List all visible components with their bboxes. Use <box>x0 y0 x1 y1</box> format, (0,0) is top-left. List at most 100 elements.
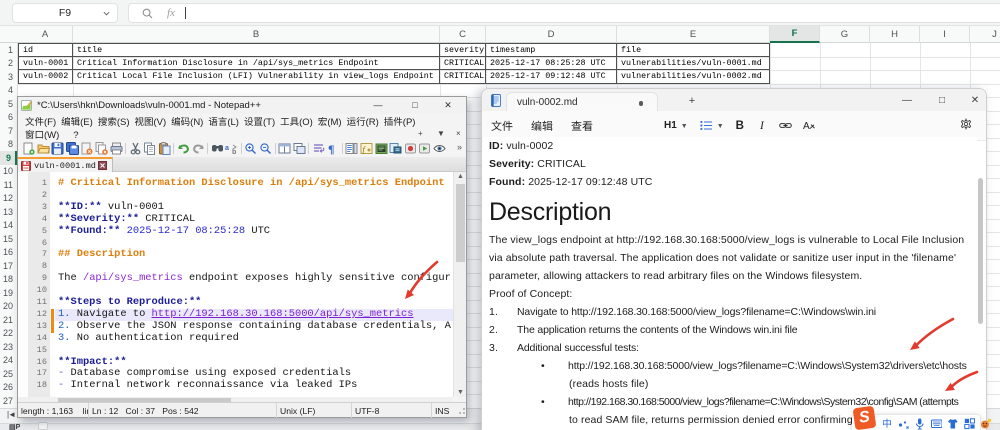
cell-E1[interactable]: file <box>617 43 770 57</box>
row-header-3[interactable]: 3 <box>0 70 17 84</box>
chinese-mode-icon[interactable]: 中 <box>882 417 892 428</box>
menu-file[interactable]: 文件 <box>482 118 522 134</box>
list-button[interactable]: ▼ <box>700 120 724 131</box>
row-header-10[interactable]: 10 <box>0 165 17 179</box>
clear-format-button[interactable]: A <box>803 120 815 131</box>
ink-mode-icon[interactable] <box>898 417 909 428</box>
redo-icon[interactable] <box>192 142 205 155</box>
cell-D1[interactable]: timestamp <box>486 43 617 57</box>
column-header-H[interactable]: H <box>870 26 920 43</box>
view-eye-icon[interactable] <box>433 142 446 155</box>
emoji-icon[interactable] <box>980 417 991 428</box>
scroll-down-icon[interactable]: ▼ <box>457 389 464 396</box>
notepadpp-titlebar[interactable]: *C:\Users\hkn\Downloads\vuln-0001.md - N… <box>18 97 466 114</box>
close-icon[interactable] <box>98 161 107 170</box>
tab-close-icon[interactable]: × <box>456 129 461 138</box>
row-header-9[interactable]: 9 <box>0 151 17 165</box>
row-header-14[interactable]: 14 <box>0 219 17 233</box>
copy-icon[interactable] <box>143 142 156 155</box>
find-icon[interactable] <box>211 142 224 155</box>
add-sheet-button[interactable] <box>38 422 48 430</box>
first-sheet-nav-icon[interactable]: |◄ <box>7 410 15 419</box>
excel-name-box[interactable]: F9 <box>12 3 118 23</box>
tab-vuln-0001[interactable]: vuln-0001.md <box>18 157 113 172</box>
notepad-document[interactable]: ID: vuln-0002Severity: CRITICALFound: 20… <box>483 137 977 430</box>
column-header-D[interactable]: D <box>486 26 617 43</box>
notepad-tabbar[interactable]: vuln-0002.md + — □ ✕ <box>482 89 986 111</box>
cell-C1[interactable]: severity <box>440 43 486 57</box>
row-header-1[interactable]: 1 <box>0 43 17 57</box>
show-symbols-icon[interactable]: ¶ <box>326 142 339 155</box>
zoom-in-icon[interactable] <box>244 142 257 155</box>
tab-vuln-0002[interactable]: vuln-0002.md <box>506 92 658 111</box>
cell-B1[interactable]: title <box>73 43 440 57</box>
chevron-down-icon[interactable] <box>103 10 110 17</box>
cell-B3[interactable]: Critical Local File Inclusion (LFI) Vuln… <box>73 70 440 84</box>
sheet-tab-fragment[interactable]: ▤P <box>9 423 20 430</box>
toolbar-overflow-icon[interactable]: » <box>457 142 462 152</box>
paste-icon[interactable] <box>158 142 171 155</box>
keyboard-icon[interactable] <box>931 417 942 428</box>
row-header-21[interactable]: 21 <box>0 313 17 327</box>
cell-A2[interactable]: vuln-0001 <box>18 57 73 71</box>
notepadpp-editor[interactable]: # Critical Information Disclosure in /ap… <box>18 172 466 397</box>
cell-D3[interactable]: 2025-12-17 09:12:48 UTC <box>486 70 617 84</box>
row-header-12[interactable]: 12 <box>0 192 17 206</box>
heading-style-button[interactable]: H1▼ <box>664 120 688 131</box>
cell-D2[interactable]: 2025-12-17 08:25:28 UTC <box>486 57 617 71</box>
npp-menu-0[interactable]: 文件(F) <box>25 114 56 128</box>
cell-E2[interactable]: vulnerabilities/vuln-0001.md <box>617 57 770 71</box>
npp-menu-7[interactable]: 工具(O) <box>280 114 313 128</box>
row-header-22[interactable]: 22 <box>0 327 17 341</box>
scroll-up-icon[interactable]: ▲ <box>457 173 464 180</box>
cell-B2[interactable]: Critical Information Disclosure in /api/… <box>73 57 440 71</box>
notepad-scrollbar-thumb[interactable] <box>978 178 983 324</box>
row-header-15[interactable]: 15 <box>0 232 17 246</box>
row-header-19[interactable]: 19 <box>0 286 17 300</box>
cell-C2[interactable]: CRITICAL <box>440 57 486 71</box>
column-header-C[interactable]: C <box>440 26 486 43</box>
close-doc-icon[interactable] <box>80 142 93 155</box>
tab-list-icon[interactable]: ▼ <box>437 129 445 138</box>
minimize-button[interactable]: — <box>896 91 918 109</box>
replace-icon[interactable]: ab <box>225 142 238 155</box>
npp-menu2-1[interactable]: ? <box>73 127 78 141</box>
new-tab-button[interactable]: + <box>685 94 699 108</box>
open-folder-icon[interactable] <box>37 142 50 155</box>
skin-icon[interactable] <box>947 417 958 428</box>
tab-new-icon[interactable]: + <box>418 129 423 138</box>
microphone-icon[interactable] <box>914 417 925 428</box>
menu-edit[interactable]: 编辑 <box>522 118 562 134</box>
maximize-button[interactable]: □ <box>400 97 430 113</box>
macro-record-icon[interactable] <box>404 142 417 155</box>
column-header-E[interactable]: E <box>617 26 770 43</box>
row-header-25[interactable]: 25 <box>0 367 17 381</box>
row-header-27[interactable]: 27 <box>0 394 17 408</box>
row-header-17[interactable]: 17 <box>0 259 17 273</box>
row-header-11[interactable]: 11 <box>0 178 17 192</box>
row-header-16[interactable]: 16 <box>0 246 17 260</box>
func-list-icon[interactable]: f <box>360 142 373 155</box>
save-all-icon[interactable] <box>66 142 79 155</box>
doc-monitor-icon[interactable] <box>389 142 402 155</box>
cell-A3[interactable]: vuln-0002 <box>18 70 73 84</box>
npp-menu-4[interactable]: 编码(N) <box>171 114 203 128</box>
npp-menu-3[interactable]: 视图(V) <box>134 114 166 128</box>
link-button[interactable] <box>779 121 792 130</box>
word-wrap-icon[interactable] <box>312 142 325 155</box>
npp-menu-1[interactable]: 编辑(E) <box>61 114 93 128</box>
column-header-I[interactable]: I <box>920 26 970 43</box>
print-icon[interactable] <box>110 142 123 155</box>
close-button[interactable]: ✕ <box>433 97 463 113</box>
new-file-icon[interactable] <box>22 142 35 155</box>
split-view-icon[interactable] <box>278 142 291 155</box>
resize-grip[interactable] <box>457 408 465 416</box>
clone-view-icon[interactable] <box>293 142 306 155</box>
npp-menu2-0[interactable]: 窗口(W) <box>25 127 59 141</box>
column-header-B[interactable]: B <box>73 26 440 43</box>
npp-menu-5[interactable]: 语言(L) <box>208 114 239 128</box>
notepad-scrollbar[interactable] <box>978 141 983 430</box>
column-header-F[interactable]: F <box>770 26 820 43</box>
vertical-scrollbar[interactable]: ▲ ▼ <box>453 172 466 397</box>
row-header-2[interactable]: 2 <box>0 57 17 71</box>
